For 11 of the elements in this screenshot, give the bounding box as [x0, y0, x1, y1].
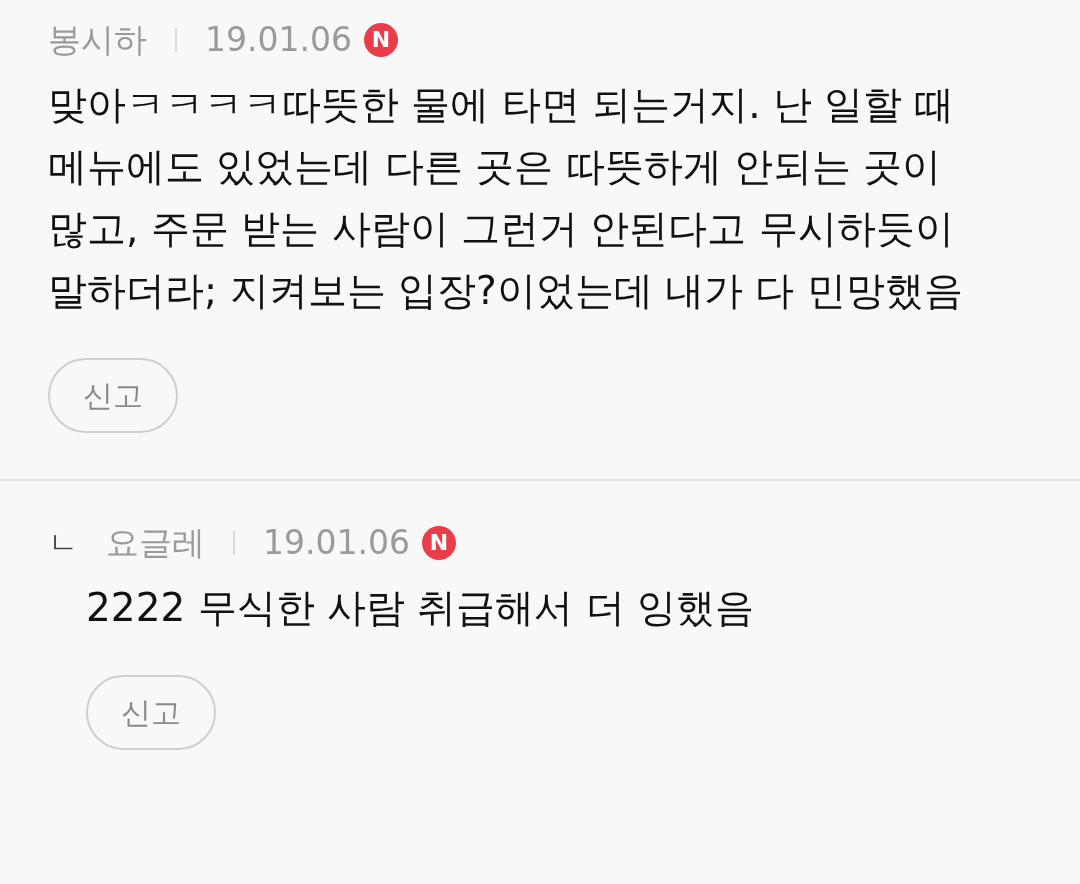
- reply-marker: ㄴ: [48, 524, 78, 562]
- comment-date: 19.01.06: [263, 522, 410, 564]
- report-button[interactable]: 신고: [86, 675, 216, 750]
- new-badge: N: [363, 23, 398, 57]
- report-button[interactable]: 신고: [48, 358, 178, 433]
- author-name[interactable]: 봉시하: [48, 18, 147, 62]
- comment-text: 맞아ㅋㅋㅋㅋ따뜻한 물에 타면 되는거지. 난 일할 때 메뉴에도 있었는데 다른 곳은 따뜻하게 안되는 곳이 많고, 주문 받는 사람이 그런거 안된다고 무시하듯이 말하더라; 지켜보는 입장?이었는데 내가 다 민망했음: [48, 81, 964, 315]
- author-name[interactable]: 요글레: [106, 521, 205, 565]
- new-badge: N: [421, 526, 456, 560]
- comment-text: 2222 무식한 사람 취급해서 더 잉했음: [86, 584, 756, 632]
- comment-date: 19.01.06: [205, 19, 352, 61]
